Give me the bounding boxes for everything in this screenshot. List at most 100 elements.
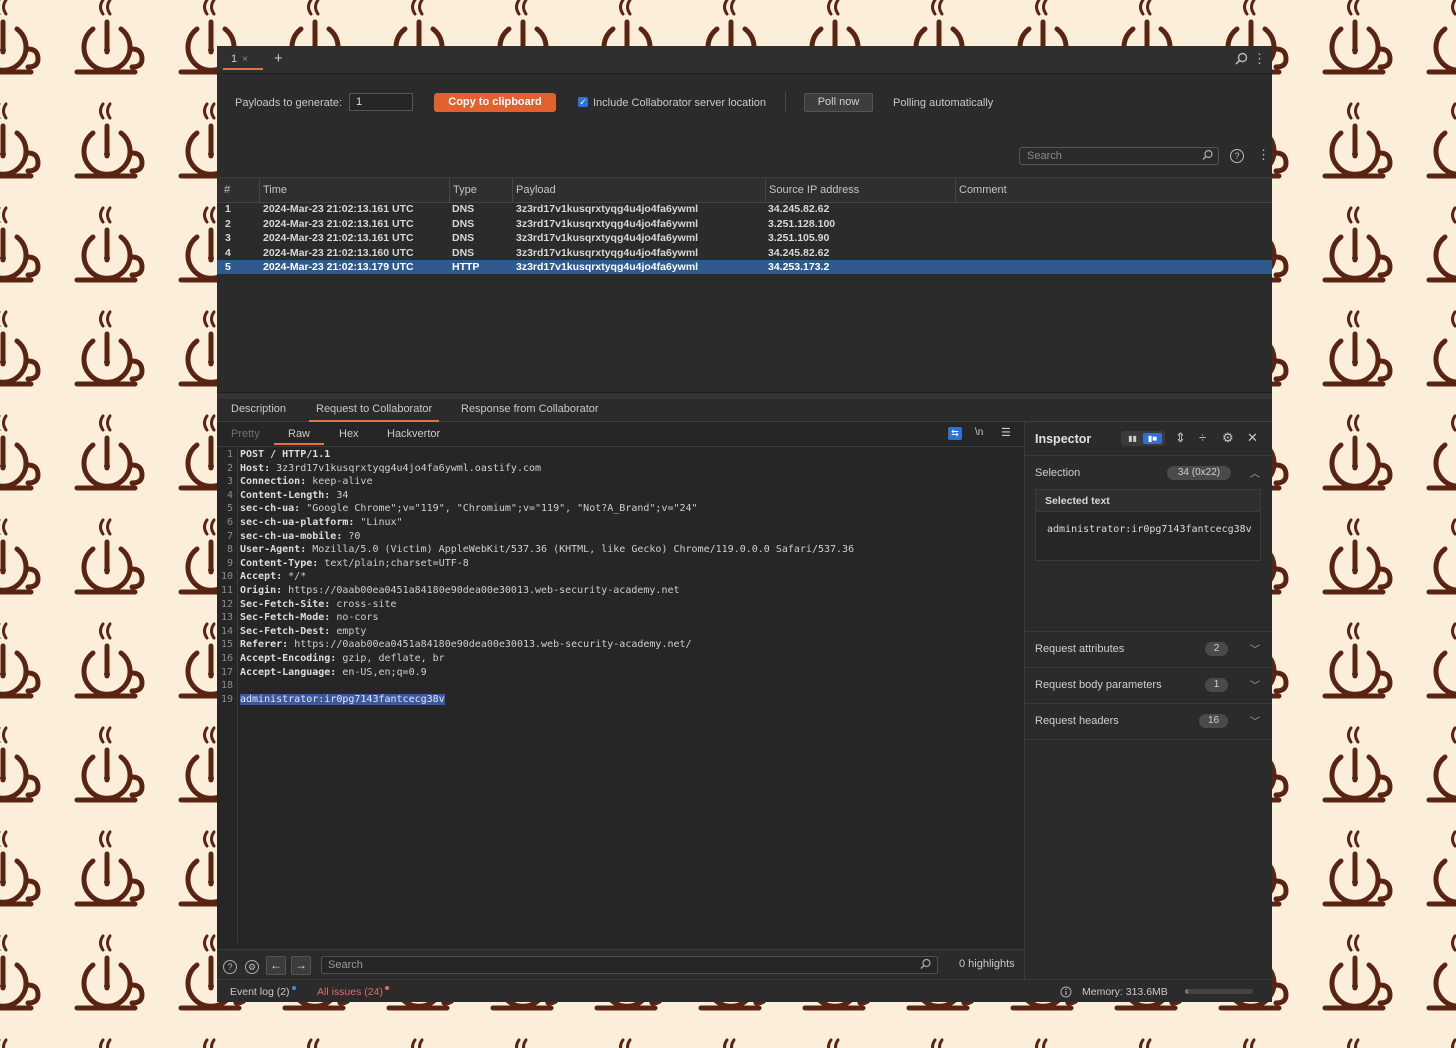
copy-to-clipboard-button[interactable]: Copy to clipboard: [434, 93, 556, 112]
col-header-payload[interactable]: Payload: [512, 178, 765, 202]
table-search-input[interactable]: Search: [1019, 147, 1219, 165]
word-wrap-icon[interactable]: ⇆: [948, 427, 962, 440]
status-bar: Event log (2) All issues (24) Memory: 31…: [217, 979, 1272, 1002]
code-line-value: empty: [330, 625, 367, 637]
new-tab-button[interactable]: +: [274, 50, 283, 67]
tab-description[interactable]: Description: [231, 403, 286, 420]
editor-menu-icon[interactable]: ☰: [1001, 426, 1011, 439]
tab-response-from-collaborator[interactable]: Response from Collaborator: [461, 403, 599, 420]
gear-icon[interactable]: ⚙: [245, 960, 259, 974]
all-issues-link[interactable]: All issues (24): [317, 986, 389, 998]
row-ip: 34.245.82.62: [768, 203, 830, 215]
code-line-value: cross-site: [330, 598, 397, 610]
code-line-key: sec-ch-ua:: [240, 503, 301, 515]
row-ip: 34.253.173.2: [768, 261, 830, 273]
code-line-key: Content-Length:: [240, 489, 331, 501]
row-number: 2: [225, 217, 231, 230]
layout-toggle[interactable]: ▮▮ ▮■: [1121, 431, 1165, 446]
code-line: 9 Content-Type: text/plain;charset=UTF-8: [217, 557, 1024, 571]
memory-bar-fill: [1185, 989, 1189, 994]
line-number: 1: [226, 449, 233, 460]
table-row[interactable]: 4 2024-Mar-23 21:02:13.160 UTC DNS 3z3rd…: [217, 246, 1272, 260]
include-location-label: Include Collaborator server location: [593, 97, 767, 109]
search-icon[interactable]: [1235, 52, 1248, 68]
tab-request-to-collaborator[interactable]: Request to Collaborator: [309, 403, 440, 422]
code-line-value: https://0aab00ea0451a84180e90dea00e30013…: [282, 584, 680, 596]
inspector-request-headers[interactable]: Request headers 16 ﹀: [1025, 703, 1272, 740]
table-header: # Time Type Payload Source IP address Co…: [217, 177, 1272, 203]
code-line-value: */*: [282, 571, 307, 583]
code-line: 3 Connection: keep-alive: [217, 475, 1024, 489]
col-header-comment[interactable]: Comment: [955, 178, 1272, 202]
row-time: 2024-Mar-23 21:02:13.160 UTC: [263, 246, 414, 259]
table-row[interactable]: 3 2024-Mar-23 21:02:13.161 UTC DNS 3z3rd…: [217, 231, 1272, 245]
code-line-value: Mozilla/5.0 (Victim) AppleWebKit/537.36 …: [306, 544, 855, 556]
code-line: 10 Accept: */*: [217, 570, 1024, 584]
code-line-value: en-US,en;q=0.9: [336, 666, 427, 678]
table-row[interactable]: 2 2024-Mar-23 21:02:13.161 UTC DNS 3z3rd…: [217, 217, 1272, 231]
include-location-checkbox[interactable]: ✓: [578, 97, 588, 107]
table-row[interactable]: 1 2024-Mar-23 21:02:13.161 UTC DNS 3z3rd…: [217, 202, 1272, 216]
inspector-request-body-parameters[interactable]: Request body parameters 1 ﹀: [1025, 667, 1272, 703]
show-newlines-toggle[interactable]: \n: [975, 427, 983, 438]
table-row-selected[interactable]: 5 2024-Mar-23 21:02:13.179 UTC HTTP 3z3r…: [217, 260, 1272, 274]
tab-hex[interactable]: Hex: [339, 428, 359, 440]
detail-tabs: Description Request to Collaborator Resp…: [217, 399, 1272, 422]
tab-hackvertor[interactable]: Hackvertor: [387, 428, 440, 440]
tab-raw[interactable]: Raw: [274, 428, 325, 445]
inspector-request-attributes[interactable]: Request attributes 2 ﹀: [1025, 631, 1272, 667]
memory-usage: Memory: 313.6MB: [1082, 986, 1168, 998]
section-count-badge: 2: [1205, 642, 1228, 656]
tab-1[interactable]: 1 ×: [223, 51, 263, 70]
layout-stacked-icon[interactable]: ▮▮: [1123, 433, 1142, 444]
help-icon[interactable]: ?: [1230, 149, 1244, 163]
col-header-number[interactable]: #: [221, 178, 259, 202]
more-options-icon[interactable]: ⋮: [1253, 51, 1266, 67]
col-header-type[interactable]: Type: [449, 178, 512, 202]
collapse-all-icon[interactable]: ÷: [1199, 430, 1206, 445]
tab-close-icon[interactable]: ×: [242, 54, 248, 65]
chevron-up-icon[interactable]: ︿: [1250, 465, 1260, 480]
previous-match-button[interactable]: ←: [266, 956, 286, 975]
code-line: 15 Referer: https://0aab00ea0451a84180e90…: [217, 638, 1024, 652]
memory-bar: [1185, 989, 1253, 994]
code-line: 17 Accept-Language: en-US,en;q=0.9: [217, 666, 1024, 680]
line-number: 17: [220, 666, 233, 678]
chevron-down-icon[interactable]: ﹀: [1250, 641, 1260, 656]
close-icon[interactable]: ✕: [1247, 430, 1258, 446]
help-icon[interactable]: ?: [223, 960, 237, 974]
table-options-icon[interactable]: ⋮: [1257, 147, 1270, 163]
payloads-count-input[interactable]: 1: [349, 93, 413, 111]
request-code[interactable]: 1 POST / HTTP/1.1 2 Host: 3z3rd17v1kusqrxt…: [217, 448, 1024, 706]
code-line-value: "Google Chrome";v="119", "Chromium";v="1…: [300, 503, 698, 515]
code-line-key: Host:: [240, 462, 271, 474]
selected-text-value[interactable]: administrator:ir0pg7143fantcecg38v: [1047, 523, 1252, 536]
search-icon: [920, 957, 931, 976]
gear-icon[interactable]: ⚙: [1222, 430, 1234, 446]
table-search-placeholder: Search: [1027, 150, 1062, 162]
code-line: 11 Origin: https://0aab00ea0451a84180e90d…: [217, 584, 1024, 598]
expand-all-icon[interactable]: ⇕: [1175, 430, 1186, 446]
col-header-source-ip[interactable]: Source IP address: [765, 178, 955, 202]
editor-search-input[interactable]: Search: [321, 956, 938, 974]
col-header-time[interactable]: Time: [259, 178, 449, 202]
row-number: 5: [225, 261, 231, 273]
inspector-title: Inspector: [1035, 432, 1092, 446]
code-line-key: Sec-Fetch-Dest:: [240, 625, 331, 637]
tab-pretty[interactable]: Pretty: [231, 428, 260, 440]
section-label: Request headers: [1035, 715, 1119, 727]
row-number: 3: [225, 232, 231, 244]
event-log-link[interactable]: Event log (2): [230, 986, 296, 998]
code-line-key: sec-ch-ua-mobile:: [240, 530, 343, 542]
next-match-button[interactable]: →: [291, 956, 311, 975]
selected-body-text[interactable]: administrator:ir0pg7143fantcecg38v: [240, 693, 445, 705]
poll-now-button[interactable]: Poll now: [804, 93, 873, 112]
chevron-down-icon[interactable]: ﹀: [1250, 713, 1260, 728]
row-type: DNS: [452, 203, 475, 215]
row-number: 4: [225, 246, 231, 259]
layout-side-icon[interactable]: ▮■: [1143, 433, 1162, 444]
line-number: 19: [220, 693, 233, 705]
code-line-value: ?0: [342, 530, 361, 542]
tab-1-label: 1: [231, 53, 238, 65]
chevron-down-icon[interactable]: ﹀: [1250, 677, 1260, 692]
